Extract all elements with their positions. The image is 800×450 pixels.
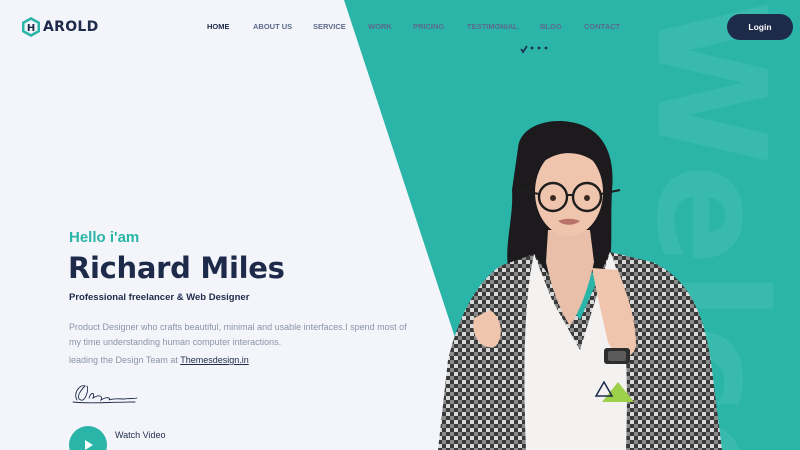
watch-video-label: Watch Video <box>115 430 166 440</box>
play-icon <box>85 440 93 450</box>
brand-logo[interactable]: H AROLD <box>20 16 99 38</box>
nav-item-home[interactable]: HOME <box>207 22 230 31</box>
hero-lead-line: leading the Design Team at Themesdesign.… <box>69 355 249 365</box>
nav-item-service[interactable]: SERVICE <box>313 22 346 31</box>
hexagon-logo-icon: H <box>22 17 40 37</box>
nav-item-contact[interactable]: CONTACT <box>584 22 620 31</box>
login-button[interactable]: Login <box>727 14 793 40</box>
logo-letter: H <box>27 23 35 34</box>
hero-role: Professional freelancer & Web Designer <box>69 292 250 303</box>
nav-item-work[interactable]: WORK <box>368 22 392 31</box>
hero-lead-prefix: leading the Design Team at <box>69 355 181 365</box>
hero-description: Product Designer who crafts beautiful, m… <box>69 322 407 347</box>
loader-dots-icon <box>520 45 548 54</box>
brand-name: AROLD <box>43 19 99 35</box>
themesdesign-link[interactable]: Themesdesign.in <box>180 355 249 365</box>
play-button[interactable] <box>69 426 107 450</box>
signature-image <box>72 385 138 404</box>
hero-greeting: Hello i'am <box>69 229 140 246</box>
hero-name: Richard Miles <box>68 251 285 285</box>
hero-portrait-image <box>438 121 722 450</box>
watch-video-button[interactable]: Watch Video <box>69 426 166 450</box>
nav-item-about-us[interactable]: ABOUT US <box>253 22 292 31</box>
nav-item-pricing[interactable]: PRICING <box>413 22 444 31</box>
nav-item-testimonial[interactable]: TESTIMONIAL <box>467 22 518 31</box>
nav-item-blog[interactable]: BLOG <box>540 22 562 31</box>
